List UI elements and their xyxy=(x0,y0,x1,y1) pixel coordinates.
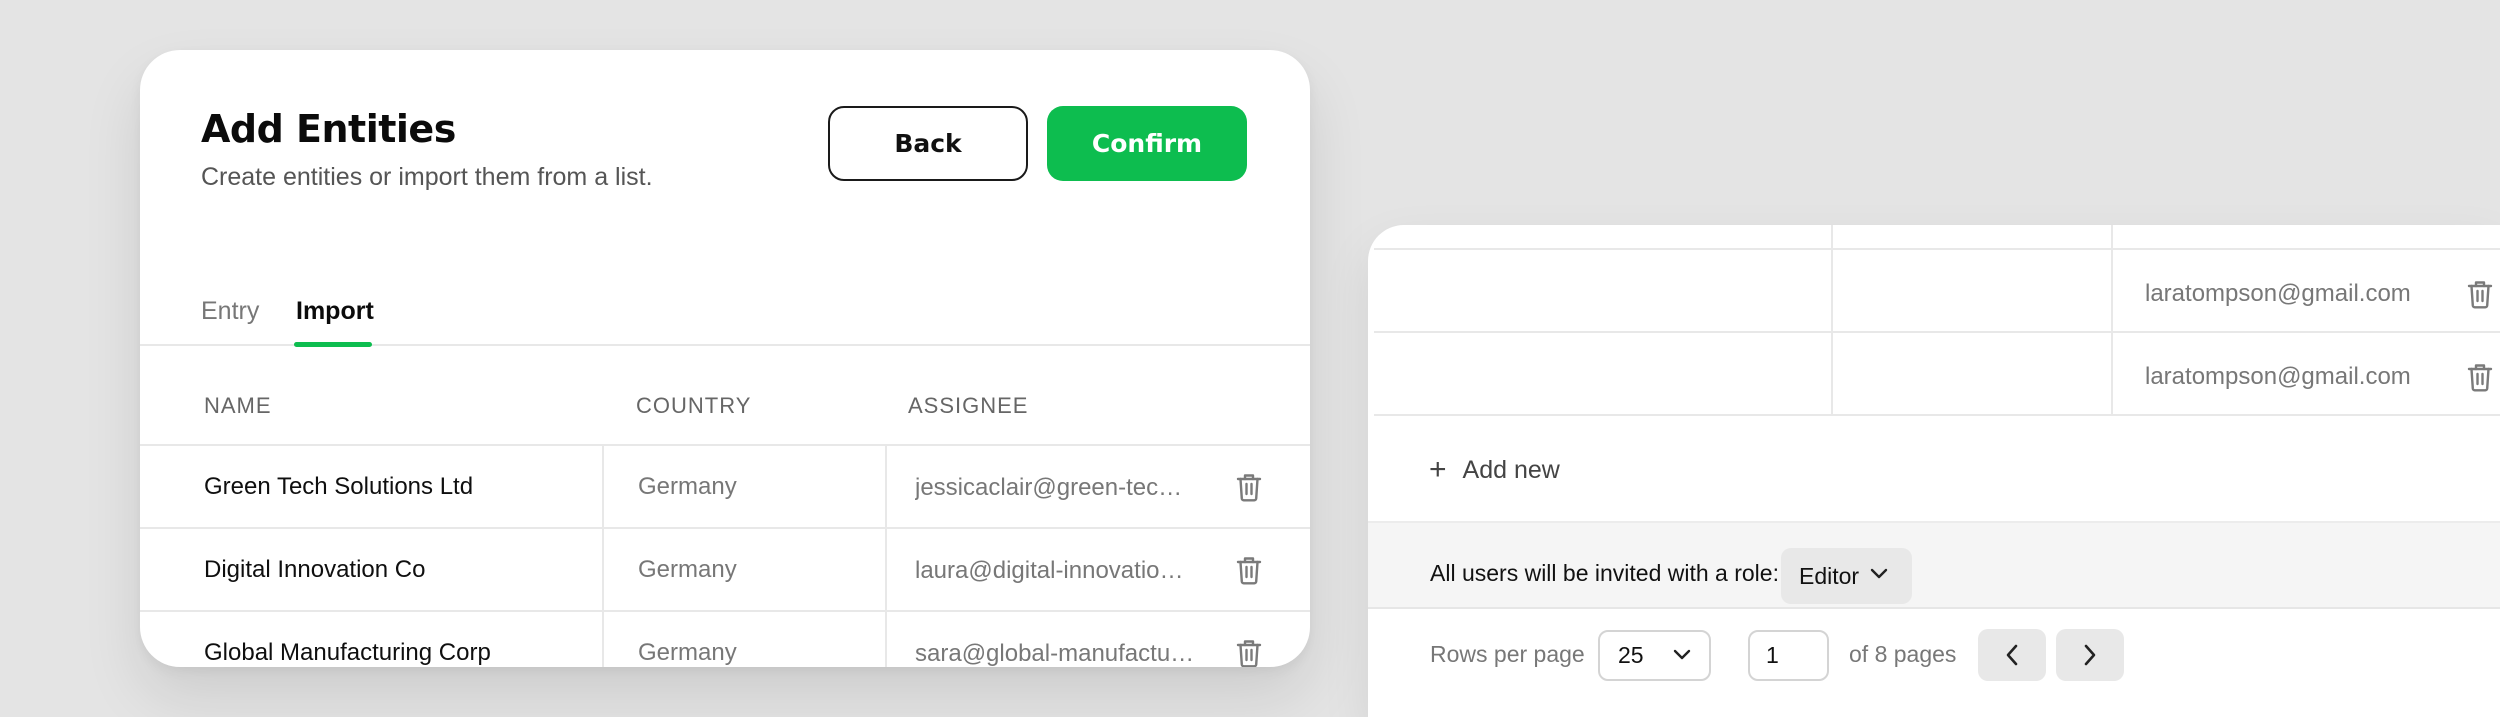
row-divider xyxy=(1374,414,2500,416)
delete-row-button[interactable] xyxy=(1235,446,1263,527)
role-bar: All users will be invited with a role: E… xyxy=(1368,521,2500,609)
country-cell[interactable]: Germany xyxy=(638,612,737,667)
pagination-bar: Rows per page 25 1 of 8 pages xyxy=(1368,609,2500,717)
add-new-label: Add new xyxy=(1462,455,1560,484)
table-row: Global Manufacturing Corp Germany sara@g… xyxy=(140,612,1310,667)
rows-per-page-label: Rows per page xyxy=(1430,641,1585,667)
rows-per-page-value: 25 xyxy=(1618,642,1644,668)
rows-per-page-select[interactable]: 25 xyxy=(1598,630,1711,681)
trash-icon xyxy=(1236,639,1262,667)
delete-row-button[interactable] xyxy=(2466,362,2494,392)
page-number-input[interactable]: 1 xyxy=(1748,630,1829,681)
delete-row-button[interactable] xyxy=(1235,529,1263,610)
table-header: NAME COUNTRY ASSIGNEE xyxy=(140,346,1310,446)
column-header-country: COUNTRY xyxy=(636,393,752,418)
tab-bar: Entry Import xyxy=(140,245,1310,347)
back-button[interactable]: Back xyxy=(828,106,1028,181)
next-page-button[interactable] xyxy=(2056,629,2124,681)
confirm-button[interactable]: Confirm xyxy=(1047,106,1247,181)
column-divider xyxy=(1831,225,1833,415)
entity-name-cell[interactable]: Green Tech Solutions Ltd xyxy=(204,446,473,527)
assignee-cell[interactable]: laura@digital-innovation.com xyxy=(915,529,1195,610)
column-header-name: NAME xyxy=(204,393,272,418)
trash-icon xyxy=(2467,364,2493,392)
current-page-value: 1 xyxy=(1766,642,1779,668)
table-row: Green Tech Solutions Ltd Germany jessica… xyxy=(140,446,1310,529)
dialog-title: Add Entities xyxy=(201,107,456,151)
role-dropdown[interactable]: Editor xyxy=(1781,548,1912,604)
country-cell[interactable]: Germany xyxy=(638,529,737,610)
chevron-down-icon xyxy=(1870,568,1888,579)
delete-row-button[interactable] xyxy=(2466,279,2494,309)
assignee-cell[interactable]: sara@global-manufacturing.com xyxy=(915,612,1195,667)
column-header-assignee: ASSIGNEE xyxy=(908,393,1029,418)
role-prompt: All users will be invited with a role: xyxy=(1430,560,1779,586)
add-new-button[interactable]: + Add new xyxy=(1429,455,1560,485)
invite-users-panel: laratompson@gmail.com laratompson@gmail.… xyxy=(1368,225,2500,717)
trash-icon xyxy=(1236,473,1262,502)
entity-name-cell[interactable]: Global Manufacturing Corp xyxy=(204,612,491,667)
column-divider xyxy=(2111,225,2113,415)
trash-icon xyxy=(1236,556,1262,585)
plus-icon: + xyxy=(1429,453,1447,486)
row-divider xyxy=(1374,248,2500,250)
tab-import[interactable]: Import xyxy=(296,297,374,326)
entities-table-body: Green Tech Solutions Ltd Germany jessica… xyxy=(140,446,1310,667)
assignee-cell[interactable]: jessicaclair@green-tech.com xyxy=(915,446,1195,527)
row-divider xyxy=(1374,331,2500,333)
dialog-subtitle: Create entities or import them from a li… xyxy=(201,163,653,191)
email-cell[interactable]: laratompson@gmail.com xyxy=(2145,363,2411,391)
role-value: Editor xyxy=(1799,562,1860,589)
add-entities-dialog: Add Entities Create entities or import t… xyxy=(140,50,1310,667)
table-row: Digital Innovation Co Germany laura@digi… xyxy=(140,529,1310,612)
chevron-right-icon xyxy=(2084,644,2096,666)
trash-icon xyxy=(2467,281,2493,309)
total-pages-label: of 8 pages xyxy=(1849,641,1957,667)
chevron-left-icon xyxy=(2006,644,2018,666)
delete-row-button[interactable] xyxy=(1235,612,1263,667)
previous-page-button[interactable] xyxy=(1978,629,2046,681)
chevron-down-icon xyxy=(1673,649,1691,660)
country-cell[interactable]: Germany xyxy=(638,446,737,527)
entity-name-cell[interactable]: Digital Innovation Co xyxy=(204,529,425,610)
tab-entry[interactable]: Entry xyxy=(201,297,259,326)
email-cell[interactable]: laratompson@gmail.com xyxy=(2145,280,2411,308)
